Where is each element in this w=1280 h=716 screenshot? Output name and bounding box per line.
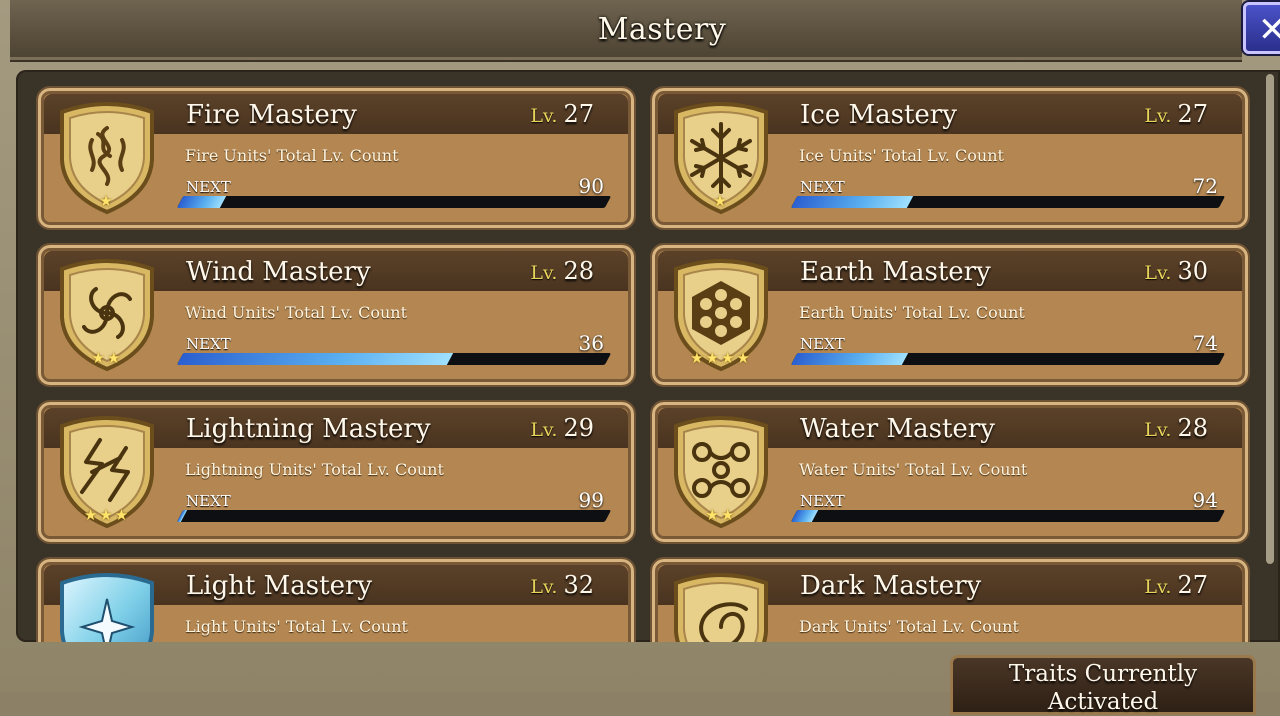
progress-bar bbox=[790, 353, 1226, 365]
level-label: Lv. bbox=[1144, 105, 1172, 127]
mastery-description: Light Units' Total Lv. Count bbox=[185, 617, 408, 636]
progress-bar bbox=[790, 196, 1226, 208]
mastery-name: Dark Mastery bbox=[800, 571, 982, 601]
mastery-description: Dark Units' Total Lv. Count bbox=[799, 617, 1019, 636]
level-indicator: Lv. 27 bbox=[1144, 100, 1208, 128]
progress-bar bbox=[176, 353, 612, 365]
dark-emblem-icon bbox=[674, 573, 768, 642]
level-value: 27 bbox=[1177, 100, 1208, 128]
mastery-description: Earth Units' Total Lv. Count bbox=[799, 303, 1025, 322]
mastery-card-ice[interactable]: ★ Ice Mastery Lv. 27 Ice Units' Total Lv.… bbox=[650, 86, 1250, 230]
next-label: NEXT bbox=[186, 335, 231, 353]
progress-bar bbox=[176, 510, 612, 522]
level-indicator: Lv. 29 bbox=[530, 414, 594, 442]
mastery-name: Water Mastery bbox=[800, 414, 995, 444]
progress-fill bbox=[790, 353, 909, 365]
mastery-description: Water Units' Total Lv. Count bbox=[799, 460, 1028, 479]
next-value: 90 bbox=[578, 174, 604, 198]
level-label: Lv. bbox=[530, 105, 558, 127]
rank-stars: ★ bbox=[713, 192, 729, 210]
level-indicator: Lv. 28 bbox=[1144, 414, 1208, 442]
level-indicator: Lv. 28 bbox=[530, 257, 594, 285]
next-value: 99 bbox=[578, 488, 604, 512]
level-label: Lv. bbox=[1144, 262, 1172, 284]
next-label: NEXT bbox=[800, 492, 845, 510]
close-button[interactable]: ✕ bbox=[1243, 2, 1280, 54]
level-label: Lv. bbox=[1144, 419, 1172, 441]
mastery-name: Fire Mastery bbox=[186, 100, 357, 130]
mastery-card-water[interactable]: ★★ Water Mastery Lv. 28 Water Units' Tota… bbox=[650, 400, 1250, 544]
next-label: NEXT bbox=[186, 178, 231, 196]
mastery-description: Fire Units' Total Lv. Count bbox=[185, 146, 399, 165]
level-value: 29 bbox=[563, 414, 594, 442]
mastery-name: Earth Mastery bbox=[800, 257, 991, 287]
page-title: Mastery bbox=[597, 12, 727, 47]
progress-bar bbox=[790, 510, 1226, 522]
light-emblem-icon bbox=[60, 573, 154, 642]
scrollbar[interactable] bbox=[1266, 74, 1274, 564]
mastery-card-lightning[interactable]: ★★★ Lightning Mastery Lv. 29 Lightning Un… bbox=[36, 400, 636, 544]
next-label: NEXT bbox=[800, 335, 845, 353]
level-value: 30 bbox=[1177, 257, 1208, 285]
progress-fill bbox=[790, 510, 819, 522]
rank-stars: ★★ bbox=[91, 349, 123, 367]
mastery-name: Ice Mastery bbox=[800, 100, 957, 130]
rank-stars: ★★★★ bbox=[690, 349, 752, 367]
next-label: NEXT bbox=[800, 178, 845, 196]
rank-stars: ★★ bbox=[705, 506, 737, 524]
mastery-card-light[interactable]: Light Mastery Lv. 32 Light Units' Total L… bbox=[36, 557, 636, 642]
level-value: 32 bbox=[563, 571, 594, 599]
next-label: NEXT bbox=[186, 492, 231, 510]
level-indicator: Lv. 30 bbox=[1144, 257, 1208, 285]
progress-fill bbox=[790, 196, 913, 208]
mastery-card-fire[interactable]: ★ Fire Mastery Lv. 27 Fire Units' Total L… bbox=[36, 86, 636, 230]
next-value: 94 bbox=[1192, 488, 1218, 512]
rank-stars: ★★★ bbox=[83, 506, 131, 524]
level-indicator: Lv. 32 bbox=[530, 571, 594, 599]
traits-activated-button[interactable]: Traits Currently Activated bbox=[950, 655, 1256, 715]
level-value: 27 bbox=[563, 100, 594, 128]
next-value: 36 bbox=[578, 331, 604, 355]
progress-fill bbox=[176, 353, 453, 365]
progress-fill bbox=[176, 510, 188, 522]
mastery-card-wind[interactable]: ★★ Wind Mastery Lv. 28 Wind Units' Total … bbox=[36, 243, 636, 387]
level-label: Lv. bbox=[530, 576, 558, 598]
level-value: 28 bbox=[563, 257, 594, 285]
mastery-card-earth[interactable]: ★★★★ Earth Mastery Lv. 30 Earth Units' To… bbox=[650, 243, 1250, 387]
mastery-description: Wind Units' Total Lv. Count bbox=[185, 303, 408, 322]
mastery-description: Lightning Units' Total Lv. Count bbox=[185, 460, 444, 479]
level-value: 27 bbox=[1177, 571, 1208, 599]
mastery-name: Lightning Mastery bbox=[186, 414, 431, 444]
level-indicator: Lv. 27 bbox=[530, 100, 594, 128]
mastery-description: Ice Units' Total Lv. Count bbox=[799, 146, 1004, 165]
rank-stars: ★ bbox=[99, 192, 115, 210]
progress-fill bbox=[176, 196, 226, 208]
level-label: Lv. bbox=[1144, 576, 1172, 598]
next-value: 74 bbox=[1192, 331, 1218, 355]
mastery-list-panel[interactable]: ★ Fire Mastery Lv. 27 Fire Units' Total L… bbox=[16, 70, 1280, 642]
level-label: Lv. bbox=[530, 262, 558, 284]
mastery-name: Wind Mastery bbox=[186, 257, 371, 287]
mastery-name: Light Mastery bbox=[186, 571, 373, 601]
level-value: 28 bbox=[1177, 414, 1208, 442]
progress-bar bbox=[176, 196, 612, 208]
level-indicator: Lv. 27 bbox=[1144, 571, 1208, 599]
title-bar: Mastery bbox=[10, 0, 1242, 62]
level-label: Lv. bbox=[530, 419, 558, 441]
next-value: 72 bbox=[1192, 174, 1218, 198]
mastery-card-dark[interactable]: Dark Mastery Lv. 27 Dark Units' Total Lv.… bbox=[650, 557, 1250, 642]
